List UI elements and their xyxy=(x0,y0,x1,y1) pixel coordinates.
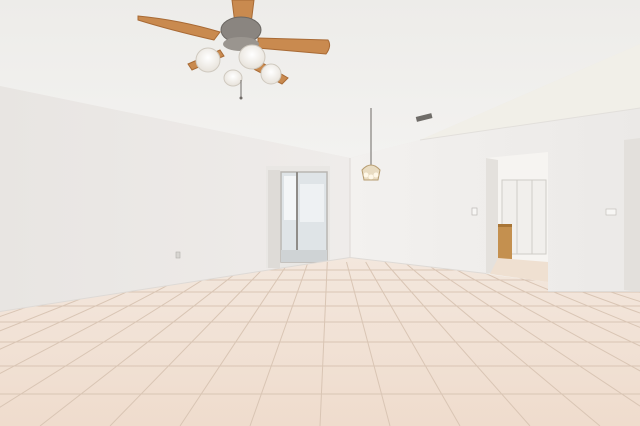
outlet xyxy=(175,251,181,259)
far-right-doorway xyxy=(624,138,640,292)
doorway-to-hall xyxy=(486,152,548,282)
room-photo xyxy=(0,0,640,426)
wood-cabinet xyxy=(498,224,512,260)
wall-switch xyxy=(471,207,478,216)
wall-switch-right xyxy=(605,208,617,216)
sliding-glass-door xyxy=(266,166,330,268)
